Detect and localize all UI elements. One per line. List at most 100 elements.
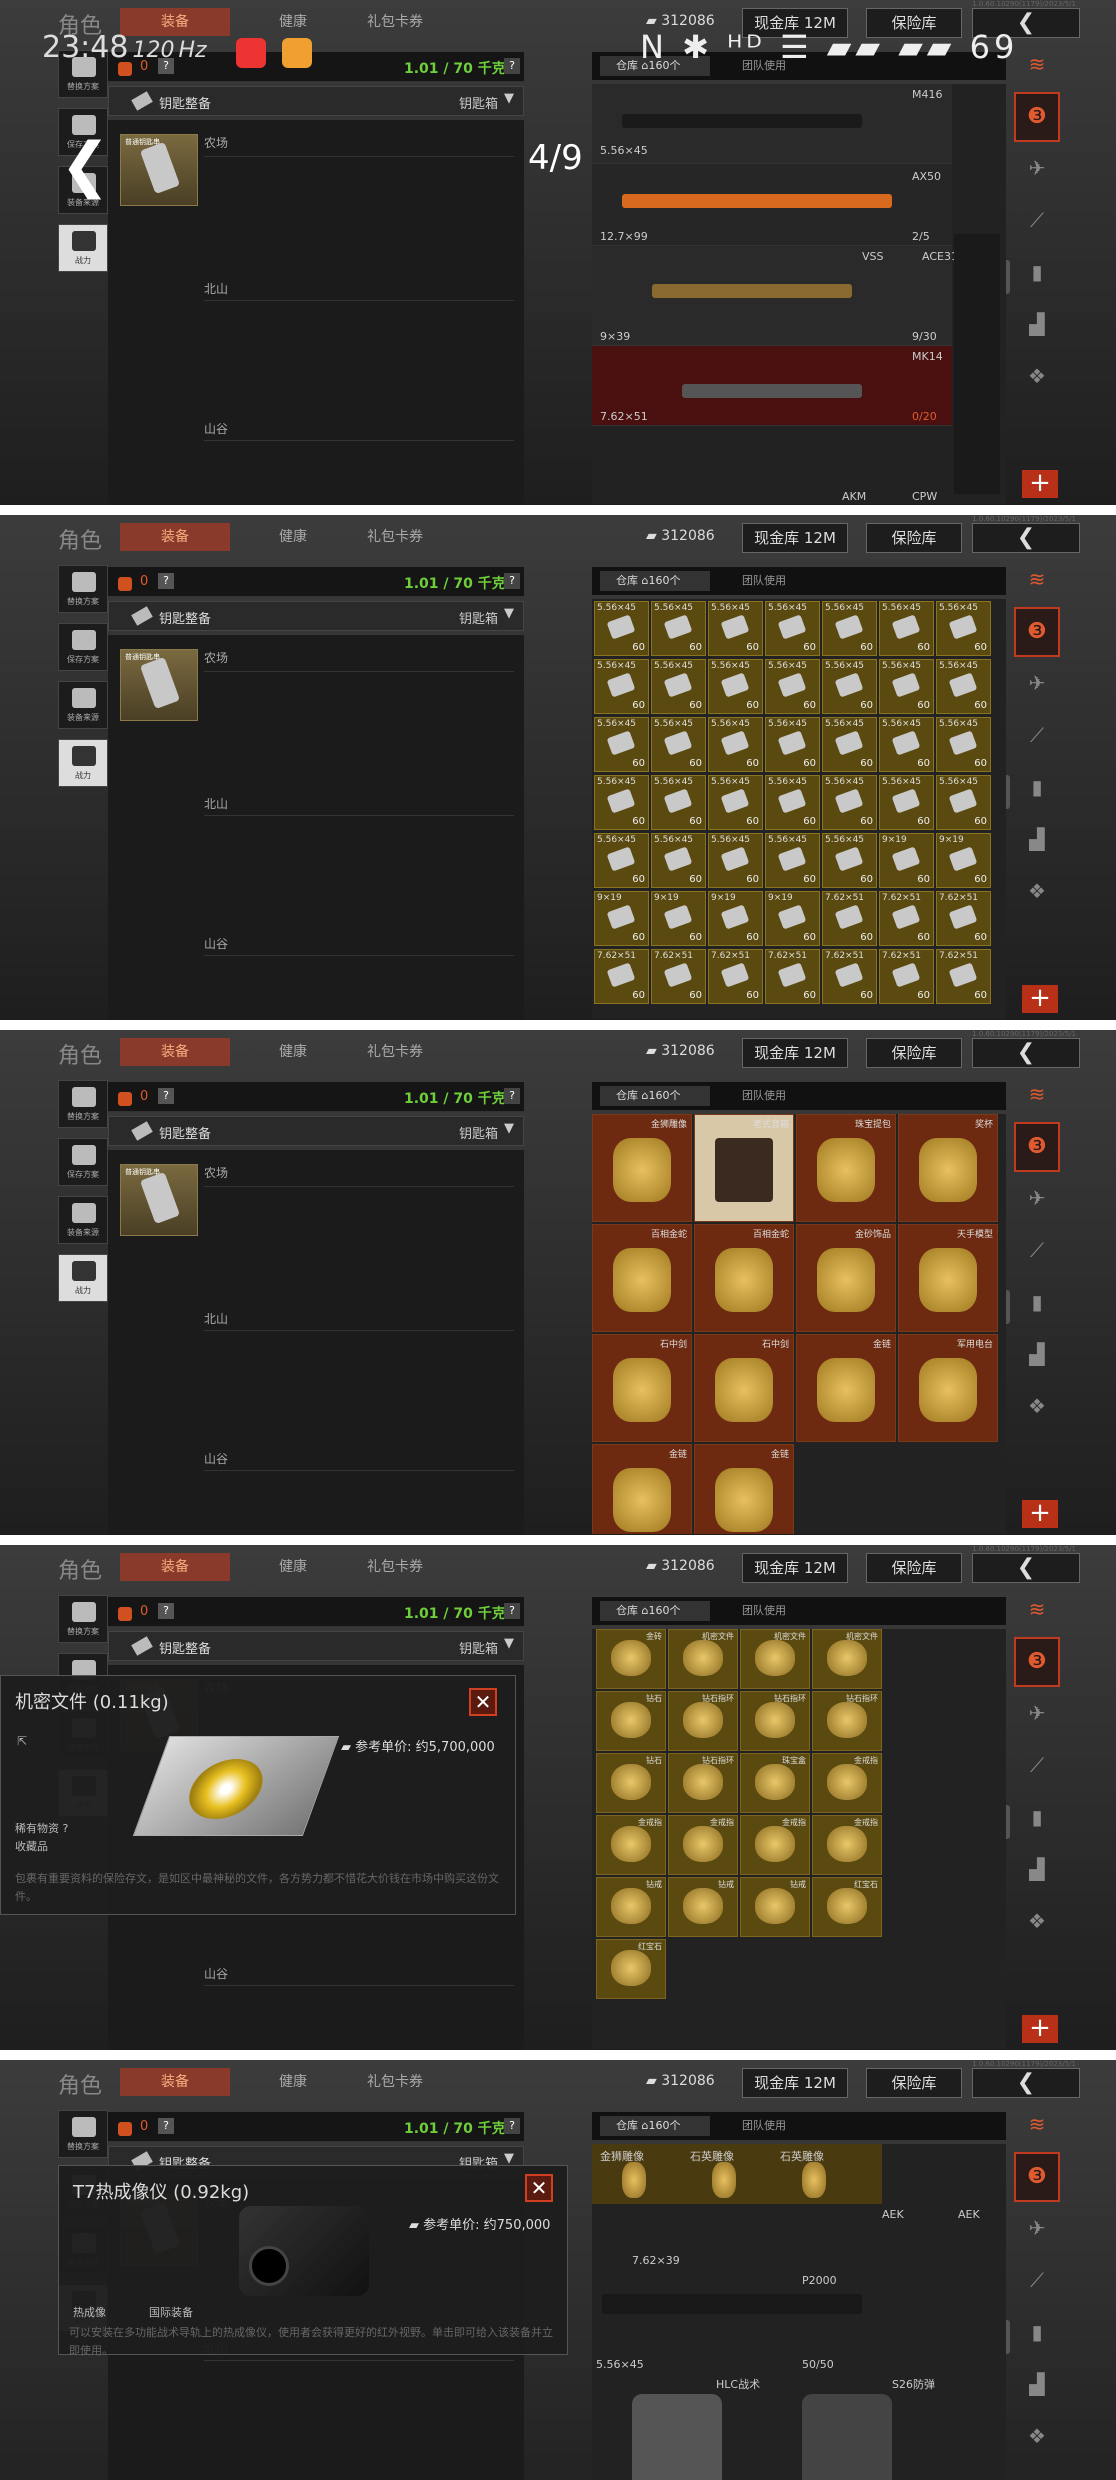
valuable-slot[interactable]: 钻石指环 [668,1691,738,1751]
add-button[interactable]: + [1022,985,1058,1013]
category-misc-icon[interactable]: ❖ [1014,1895,1060,1947]
category-magazine-icon[interactable]: ▮ [1014,1276,1060,1328]
weapon-slot[interactable] [954,234,1000,494]
valuable-slot[interactable]: 红宝石 [596,1939,666,1999]
ammo-slot[interactable]: 7.62×51 60 [936,891,991,946]
tab-storage[interactable]: 仓库 ⌂160个 [600,571,710,591]
ammo-slot[interactable]: 5.56×45 60 [936,601,991,656]
ammo-slot[interactable]: 5.56×45 60 [936,659,991,714]
valuable-slot[interactable]: 老式音箱 [694,1114,794,1222]
category-pistol-icon[interactable]: ✈ [1014,657,1060,709]
rare-tag[interactable]: 稀有物资 ? [15,1820,68,1836]
ammo-slot[interactable]: 9×19 60 [936,833,991,888]
left-tool-button[interactable]: 装备来源 [58,681,108,729]
left-tool-button[interactable]: 替换方案 [58,50,108,98]
add-button[interactable]: + [1022,2015,1058,2043]
ammo-slot[interactable]: 5.56×45 60 [651,601,706,656]
ammo-slot[interactable]: 9×19 60 [879,833,934,888]
tab-gift[interactable]: 礼包卡券 [360,1038,430,1066]
ammo-slot[interactable]: 5.56×45 60 [822,775,877,830]
tab-team-use[interactable]: 团队使用 [742,1601,786,1621]
category-misc-icon[interactable]: ❖ [1014,865,1060,917]
category-pistol-icon[interactable]: ✈ [1014,1687,1060,1739]
valuable-slot[interactable]: 金砖 [596,1629,666,1689]
valuable-slot[interactable]: 石中剑 [694,1334,794,1442]
safe-vault-button[interactable]: 保险库 [866,8,962,38]
ammo-slot[interactable]: 5.56×45 60 [594,717,649,772]
tab-health[interactable]: 健康 [268,1553,318,1581]
viewer-back-icon[interactable]: ❮ [60,130,110,200]
help-icon[interactable]: ? [504,58,520,74]
ammo-slot[interactable]: 5.56×45 60 [879,717,934,772]
valuable-slot[interactable]: 天手模型 [898,1224,998,1332]
ammo-slot[interactable]: 7.62×51 60 [651,949,706,1004]
cash-vault-button[interactable]: 现金库 12M [742,1038,848,1068]
safe-vault-button[interactable]: 保险库 [866,2068,962,2098]
chevron-down-icon[interactable]: ▼ [504,1121,514,1136]
category-rifle-icon[interactable]: ⟋ [1014,2254,1060,2306]
ammo-slot[interactable]: 5.56×45 60 [822,659,877,714]
ammo-slot[interactable]: 5.56×45 60 [822,601,877,656]
help-icon[interactable]: ? [504,1088,520,1104]
tab-gift[interactable]: 礼包卡券 [360,8,430,36]
help-icon[interactable]: ? [158,1603,174,1619]
tab-team-use[interactable]: 团队使用 [742,571,786,591]
ammo-slot[interactable]: 7.62×51 60 [822,891,877,946]
tab-team-use[interactable]: 团队使用 [742,56,786,76]
stack-icon[interactable]: ≋ [1014,1082,1060,1112]
tab-health[interactable]: 健康 [268,1038,318,1066]
ammo-slot[interactable]: 5.56×45 60 [879,775,934,830]
ammo-slot[interactable]: 5.56×45 60 [765,717,820,772]
cash-vault-button[interactable]: 现金库 12M [742,8,848,38]
valuable-slot[interactable]: 百相金蛇 [592,1224,692,1332]
left-tool-button[interactable]: 替换方案 [58,565,108,613]
valuable-slot[interactable]: 钻戒 [596,1877,666,1937]
category-all-icon[interactable]: ❸ [1014,1637,1060,1687]
valuable-slot[interactable]: 金戒指 [596,1815,666,1875]
ammo-slot[interactable]: 5.56×45 60 [708,717,763,772]
tab-team-use[interactable]: 团队使用 [742,2116,786,2136]
category-ammo-icon[interactable]: ▟ [1014,813,1060,865]
valuable-slot[interactable]: 奖杯 [898,1114,998,1222]
ammo-slot[interactable]: 7.62×51 60 [594,949,649,1004]
ammo-slot[interactable]: 5.56×45 60 [594,659,649,714]
ammo-slot[interactable]: 5.56×45 60 [936,775,991,830]
category-all-icon[interactable]: ❸ [1014,1122,1060,1172]
tab-health[interactable]: 健康 [268,8,318,36]
ammo-slot[interactable]: 5.56×45 60 [708,775,763,830]
valuable-slot[interactable]: 金链 [796,1334,896,1442]
category-misc-icon[interactable]: ❖ [1014,350,1060,402]
ammo-slot[interactable]: 5.56×45 60 [708,659,763,714]
ammo-slot[interactable]: 5.56×45 60 [765,659,820,714]
ammo-slot[interactable]: 5.56×45 60 [879,601,934,656]
add-button[interactable]: + [1022,1500,1058,1528]
left-tool-button[interactable]: 装备来源 [58,1196,108,1244]
stack-icon[interactable]: ≋ [1014,567,1060,597]
valuable-slot[interactable]: 金砂饰品 [796,1224,896,1332]
category-magazine-icon[interactable]: ▮ [1014,761,1060,813]
valuable-slot[interactable]: 金链 [694,1444,794,1534]
safe-vault-button[interactable]: 保险库 [866,1553,962,1583]
left-tool-button[interactable]: 替换方案 [58,2110,108,2158]
ammo-slot[interactable]: 5.56×45 60 [651,833,706,888]
ammo-slot[interactable]: 5.56×45 60 [651,717,706,772]
back-button[interactable]: ❮ [972,8,1080,38]
key-loadout-bar[interactable]: 钥匙整备 钥匙箱 ▼ [108,1631,524,1661]
add-button[interactable]: + [1022,470,1058,498]
ammo-slot[interactable]: 5.56×45 60 [594,775,649,830]
category-rifle-icon[interactable]: ⟋ [1014,194,1060,246]
help-icon[interactable]: ? [158,573,174,589]
ammo-slot[interactable]: 5.56×45 60 [708,833,763,888]
category-misc-icon[interactable]: ❖ [1014,2410,1060,2462]
ammo-slot[interactable]: 7.62×51 60 [879,891,934,946]
close-button[interactable]: ✕ [469,1688,497,1716]
help-icon[interactable]: ? [504,1603,520,1619]
category-all-icon[interactable]: ❸ [1014,92,1060,142]
ammo-slot[interactable]: 9×19 60 [708,891,763,946]
back-button[interactable]: ❮ [972,523,1080,553]
valuable-slot[interactable]: 珠宝盒 [740,1753,810,1813]
left-tool-button[interactable]: 保存方案 [58,1138,108,1186]
tab-gift[interactable]: 礼包卡券 [360,2068,430,2096]
key-ring-item[interactable]: 普通钥匙串 [120,1164,198,1236]
valuable-slot[interactable]: 金链 [592,1444,692,1534]
